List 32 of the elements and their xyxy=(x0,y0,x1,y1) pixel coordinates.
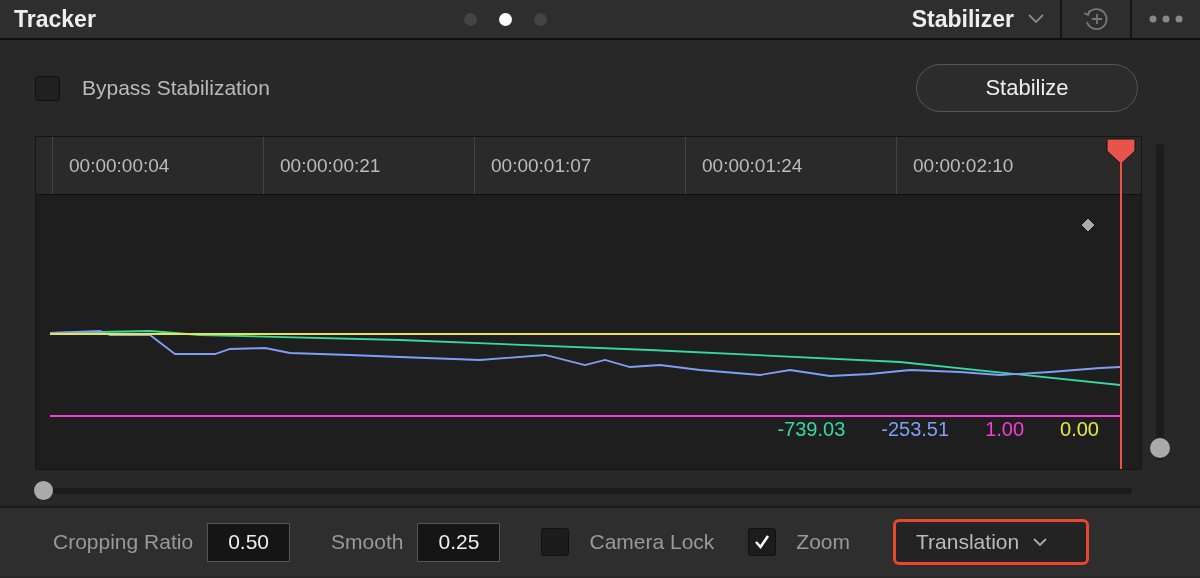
playhead[interactable] xyxy=(1106,137,1136,469)
checkbox-label: Camera Lock xyxy=(589,530,715,554)
curve-value: -253.51 xyxy=(881,418,950,441)
more-icon xyxy=(1149,15,1183,23)
history-icon xyxy=(1082,5,1110,33)
chevron-icon xyxy=(1028,14,1044,24)
input-field[interactable]: 0.50 xyxy=(207,522,291,562)
checkbox[interactable] xyxy=(748,528,777,556)
curve-value: -739.03 xyxy=(777,418,846,441)
timecode: 00:00:01:07 xyxy=(491,154,592,177)
timecode: 00:00:02:10 xyxy=(913,154,1014,177)
timecode: 00:00:01:24 xyxy=(702,154,803,177)
field-label: Cropping Ratio xyxy=(53,530,194,554)
field-label: Smooth xyxy=(331,530,404,554)
timecode: 00:00:00:04 xyxy=(69,154,170,177)
mode-dropdown[interactable]: Stabilizer xyxy=(911,0,1060,39)
checkbox[interactable] xyxy=(541,528,570,556)
chevron-icon xyxy=(1033,537,1048,547)
slider-thumb[interactable] xyxy=(34,481,53,500)
timecode: 00:00:00:21 xyxy=(280,154,381,177)
input-field[interactable]: 0.25 xyxy=(417,522,501,562)
stabilize-button[interactable]: Stabilize xyxy=(916,64,1138,112)
curve-value: 1.00 xyxy=(985,418,1025,441)
curve-editor[interactable]: 00:00:00:04 00:00:00:21 00:00:01:07 00:00:01:24 00:00:02:10 -739.03 -253.51 1.00 0.00 xyxy=(35,136,1142,470)
checkbox-label: Zoom xyxy=(796,530,851,554)
mode-dropdown[interactable]: Translation xyxy=(893,519,1090,565)
checkbox-label: Bypass Stabilization xyxy=(82,76,270,100)
panel-title: Tracker xyxy=(13,5,97,33)
curve-value: 0.00 xyxy=(1060,418,1099,441)
keyframe-icon[interactable] xyxy=(1080,217,1096,233)
slider-thumb[interactable] xyxy=(1150,438,1170,458)
page-dot[interactable] xyxy=(499,12,512,26)
